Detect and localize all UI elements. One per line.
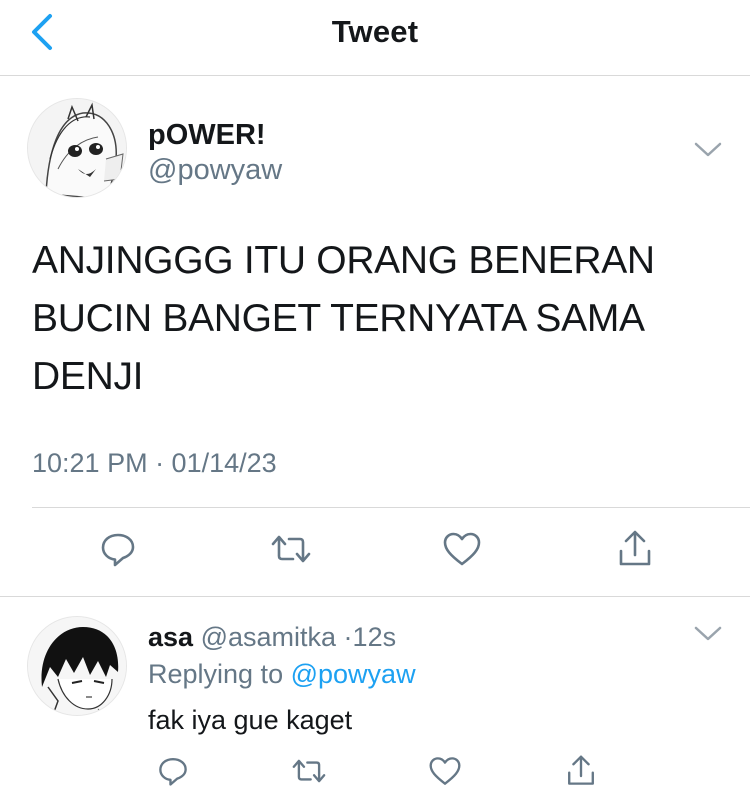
- reply-handle[interactable]: @asamitka: [201, 622, 336, 652]
- share-icon: [568, 755, 594, 785]
- retweet-icon: [292, 759, 326, 783]
- divider: [32, 507, 750, 508]
- chevron-down-icon[interactable]: [693, 624, 723, 644]
- share-button[interactable]: [558, 748, 604, 794]
- reply-header: asa @asamitka ·12s: [148, 622, 396, 653]
- like-button[interactable]: [422, 748, 468, 794]
- chevron-down-icon[interactable]: [693, 140, 723, 160]
- like-icon: [429, 757, 461, 785]
- avatar-illustration: [28, 99, 126, 197]
- retweet-button[interactable]: [268, 526, 314, 572]
- reply-icon: [101, 533, 135, 567]
- reply-author-avatar[interactable]: [27, 616, 127, 716]
- reply-button[interactable]: [95, 526, 141, 572]
- reply-button[interactable]: [150, 748, 196, 794]
- reply-text: fak iya gue kaget: [148, 705, 353, 735]
- retweet-icon: [271, 535, 311, 563]
- author-avatar[interactable]: [27, 98, 127, 198]
- author-display-name[interactable]: pOWER!: [148, 119, 266, 152]
- reply-display-name[interactable]: asa: [148, 622, 193, 652]
- replying-to: Replying to @powyaw: [148, 659, 416, 690]
- avatar-illustration: [28, 617, 126, 715]
- tweet-timestamp: 10:21 PM · 01/14/23: [32, 448, 277, 478]
- share-button[interactable]: [612, 526, 658, 572]
- replying-to-mention[interactable]: @powyaw: [291, 659, 416, 689]
- reply-separator: ·: [343, 622, 353, 652]
- tweet-text: ANJINGGG ITU ORANG BENERAN BUCIN BANGET …: [32, 239, 655, 398]
- replying-to-label: Replying to: [148, 659, 284, 689]
- author-handle[interactable]: @powyaw: [148, 154, 282, 187]
- page-title: Tweet: [331, 14, 419, 49]
- divider: [0, 596, 750, 597]
- reply-time: 12s: [352, 622, 397, 652]
- like-icon: [443, 532, 481, 566]
- share-icon: [619, 530, 651, 566]
- navigation-bar: Tweet: [0, 0, 750, 76]
- retweet-button[interactable]: [286, 748, 332, 794]
- reply-icon: [159, 758, 187, 786]
- like-button[interactable]: [439, 526, 485, 572]
